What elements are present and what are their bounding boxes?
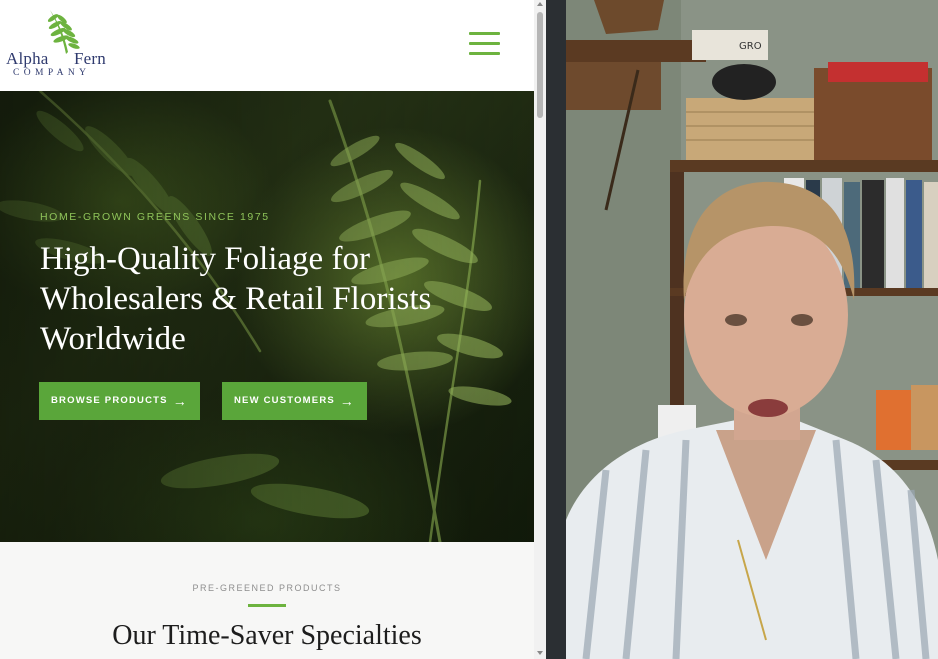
specialties-title: Our Time-Saver Specialties xyxy=(112,620,422,651)
new-customers-label: NEW CUSTOMERS xyxy=(234,395,335,406)
browser-panel: Alpha Fern COMPANY HOME-GROWN GREENS SIN… xyxy=(0,0,546,659)
alpha-fern-logo[interactable]: Alpha Fern COMPANY xyxy=(6,6,130,86)
headline-line-3: Worldwide xyxy=(40,321,186,357)
logo-company: COMPANY xyxy=(13,68,91,78)
new-customers-button[interactable]: NEW CUSTOMERS → xyxy=(222,382,367,420)
specialties-section: PRE-GREENED PRODUCTS Our Time-Saver Spec… xyxy=(0,542,534,659)
arrow-right-icon: → xyxy=(339,393,355,409)
site-header: Alpha Fern COMPANY xyxy=(0,0,534,91)
specialties-divider xyxy=(248,604,286,607)
hamburger-menu-icon[interactable] xyxy=(466,30,504,58)
scroll-up-arrow-icon[interactable] xyxy=(537,2,543,6)
webcam-video-panel: GRO xyxy=(566,0,938,659)
headline-line-2: Wholesalers & Retail Florists xyxy=(40,281,432,317)
headline-line-1: High-Quality Foliage for xyxy=(40,241,370,277)
vertical-scrollbar[interactable] xyxy=(534,0,546,659)
arrow-right-icon: → xyxy=(172,393,188,409)
browse-products-button[interactable]: BROWSE PRODUCTS → xyxy=(39,382,200,420)
hero-headline: High-Quality Foliage for Wholesalers & R… xyxy=(40,239,510,359)
scroll-down-arrow-icon[interactable] xyxy=(537,651,543,655)
logo-word-alpha: Alpha xyxy=(6,49,49,68)
hero-banner: HOME-GROWN GREENS SINCE 1975 High-Qualit… xyxy=(0,91,534,542)
scrollbar-thumb[interactable] xyxy=(537,12,543,118)
webcam-feed-image: GRO xyxy=(566,0,938,659)
poster-text: GRO xyxy=(739,41,762,52)
hero-eyebrow: HOME-GROWN GREENS SINCE 1975 xyxy=(40,211,270,223)
logo-word-fern: Fern xyxy=(74,49,106,68)
specialties-eyebrow: PRE-GREENED PRODUCTS xyxy=(192,583,342,593)
browse-products-label: BROWSE PRODUCTS xyxy=(51,395,168,406)
